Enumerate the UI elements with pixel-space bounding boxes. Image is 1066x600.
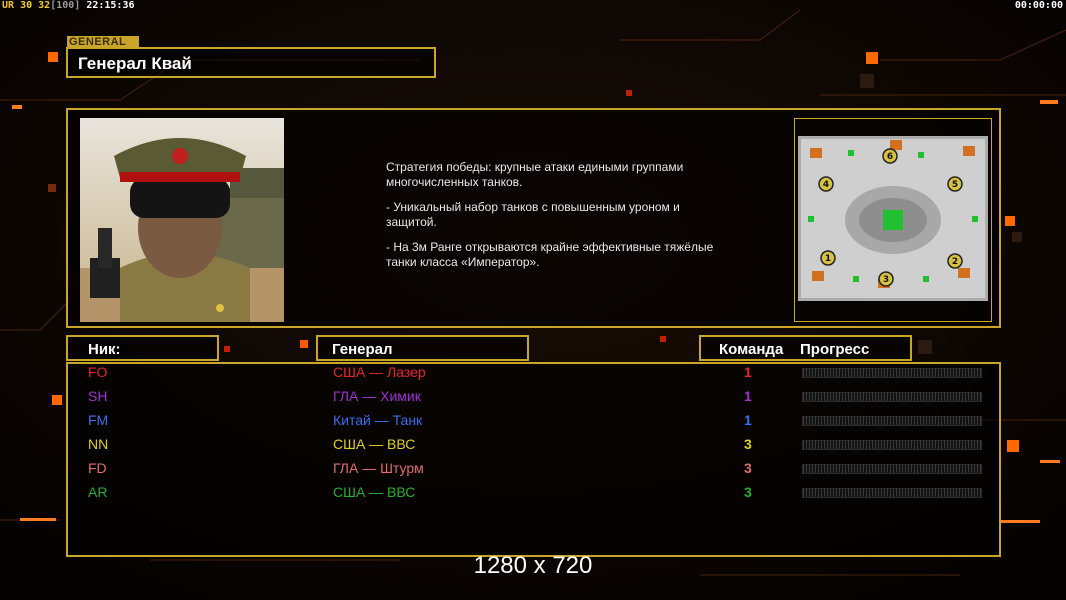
map-slot-5: 5 — [952, 180, 958, 190]
player-row[interactable]: FM Китай — Танк 1 — [0, 412, 1066, 434]
player-progress-bar — [802, 368, 982, 378]
desc-strategy: Стратегия победы: крупные атаки едиными … — [386, 160, 684, 189]
map-slot-4: 4 — [823, 180, 829, 190]
player-nick: AR — [88, 484, 108, 500]
column-team-label: Команда — [719, 341, 784, 358]
hud-timer: 00:00:00 — [1014, 0, 1063, 11]
player-nick: FD — [88, 460, 107, 476]
player-team: 3 — [744, 484, 752, 500]
player-general: Китай — Танк — [333, 412, 423, 428]
player-general: ГЛА — Штурм — [333, 460, 424, 476]
player-progress-bar — [802, 416, 982, 426]
player-nick: FM — [88, 412, 109, 428]
map-slot-3: 3 — [883, 275, 889, 285]
map-slot-1: 1 — [825, 254, 831, 264]
player-row[interactable]: NN США — ВВС 3 — [0, 436, 1066, 458]
general-portrait — [80, 118, 284, 322]
desc-point-1: - Уникальный набор танков с повышенным у… — [386, 200, 680, 229]
player-team: 1 — [744, 388, 752, 404]
hud-fps-cap: [100] — [50, 0, 81, 11]
player-general: США — ВВС — [333, 484, 416, 500]
map-slot-2: 2 — [952, 257, 958, 267]
column-nick-label: Ник: — [88, 341, 121, 358]
player-team: 1 — [744, 364, 752, 380]
column-header-nick: Ник: — [66, 335, 219, 361]
player-progress-bar — [802, 488, 982, 498]
hud-clock: 22:15:36 — [86, 0, 135, 11]
player-progress-bar — [802, 440, 982, 450]
player-general: США — Лазер — [333, 364, 426, 380]
player-nick: SH — [88, 388, 108, 404]
column-progress-label: Прогресс — [800, 341, 870, 358]
player-row[interactable]: AR США — ВВС 3 — [0, 484, 1066, 506]
player-row[interactable]: FD ГЛА — Штурм 3 — [0, 460, 1066, 482]
player-row[interactable]: FO США — Лазер 1 — [0, 364, 1066, 386]
resolution-label: 1280 x 720 — [473, 552, 593, 579]
minimap: 1 2 3 4 5 6 — [798, 136, 988, 301]
player-nick: FO — [88, 364, 108, 380]
hud-fps: 30 32 — [20, 0, 51, 11]
column-header-general: Генерал — [316, 335, 529, 361]
player-team: 3 — [744, 460, 752, 476]
player-progress-bar — [802, 392, 982, 402]
map-slot-6: 6 — [887, 152, 893, 162]
player-team: 3 — [744, 436, 752, 452]
player-team: 1 — [744, 412, 752, 428]
column-general-label: Генерал — [332, 341, 393, 358]
player-row[interactable]: SH ГЛА — Химик 1 — [0, 388, 1066, 410]
player-progress-bar — [802, 464, 982, 474]
column-header-team-progress: Команда Прогресс — [699, 335, 912, 361]
general-info-panel: Стратегия победы: крупные атаки едиными … — [66, 108, 1001, 328]
minimap-frame: 1 2 3 4 5 6 — [794, 118, 992, 322]
general-name: Генерал Квай — [78, 54, 192, 73]
general-description: Стратегия победы: крупные атаки едиными … — [386, 160, 716, 280]
player-general: США — ВВС — [333, 436, 416, 452]
hud-tag: UR — [2, 0, 15, 11]
desc-point-2: - На 3м Ранге открываются крайне эффекти… — [386, 240, 714, 269]
player-nick: NN — [88, 436, 109, 452]
general-name-frame: Генерал Квай — [66, 47, 436, 78]
hud-stats: UR 30 32[100] 22:15:36 — [2, 0, 135, 11]
player-general: ГЛА — Химик — [333, 388, 421, 404]
